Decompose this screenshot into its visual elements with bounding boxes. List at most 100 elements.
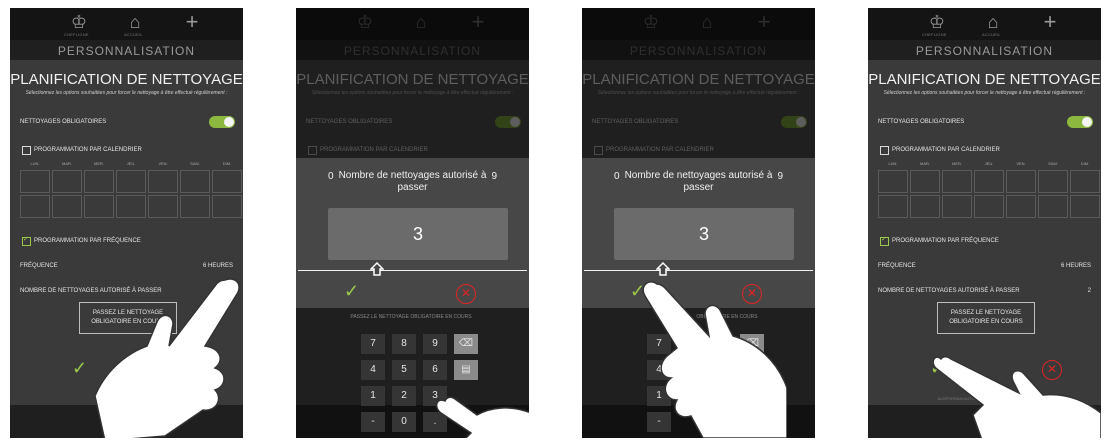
- key-8[interactable]: 8: [392, 334, 416, 354]
- day-cell[interactable]: [974, 170, 1004, 193]
- day-cell[interactable]: [942, 170, 972, 193]
- keyboard-hide-icon[interactable]: ▤: [454, 360, 478, 380]
- frequency-checkbox[interactable]: [880, 235, 889, 246]
- frequency-value[interactable]: 6 HEURES: [203, 263, 233, 269]
- day-cell[interactable]: [910, 195, 940, 218]
- day-cell[interactable]: [910, 170, 940, 193]
- pointing-hand-image: [95, 278, 240, 438]
- chef-hat-icon[interactable]: ♔: [68, 11, 90, 33]
- max-value: 9: [777, 171, 783, 182]
- day-cell[interactable]: [942, 195, 972, 218]
- slider-track[interactable]: [584, 270, 813, 271]
- calendar-checkbox[interactable]: [880, 146, 889, 155]
- popup-title: Nombre de nettoyages autorisé à passer: [338, 170, 487, 193]
- dialog-subtitle: Sélectionnez les options souhaitées pour…: [883, 90, 1086, 96]
- background-title: PERSONNALISATION: [57, 44, 196, 58]
- day-header: VEN.: [158, 161, 168, 166]
- day-header: LUN.: [30, 161, 40, 166]
- day-cell[interactable]: [212, 170, 242, 193]
- day-cell[interactable]: [878, 195, 908, 218]
- screen-4: ♔ CHEFLIGNE ⌂ ACCUEIL + PERSONNALISATION…: [868, 8, 1101, 438]
- frequency-label: FRÉQUENCE: [20, 263, 58, 269]
- key-9[interactable]: 9: [423, 334, 447, 354]
- value-text: 3: [412, 224, 423, 244]
- home-icon[interactable]: ⌂: [982, 11, 1004, 33]
- day-cell[interactable]: [20, 195, 50, 218]
- chef-label: CHEFLIGNE: [922, 32, 947, 37]
- screen-3: ♔ ⌂ + PERSONNALISATION PLANIFICATION DE …: [582, 8, 815, 438]
- top-bar: ♔ CHEFLIGNE ⌂ ACCUEIL +: [868, 8, 1101, 40]
- day-cell[interactable]: [974, 195, 1004, 218]
- day-cell[interactable]: [1038, 170, 1068, 193]
- cancel-icon[interactable]: ✕: [456, 284, 476, 304]
- mandatory-cleaning-label: NETTOYAGES OBLIGATOIRES: [20, 119, 107, 125]
- frequency-checkbox[interactable]: [22, 235, 31, 246]
- min-value: 0: [328, 171, 334, 182]
- pointing-hand-image: [933, 356, 1101, 438]
- number-input-popup: 0 Nombre de nettoyages autorisé à passer…: [296, 158, 529, 308]
- plus-icon[interactable]: +: [181, 11, 203, 33]
- toggle-knob: [224, 117, 234, 127]
- day-cell[interactable]: [180, 170, 210, 193]
- key-6[interactable]: 6: [423, 360, 447, 380]
- mandatory-cleaning-toggle[interactable]: [1067, 116, 1093, 128]
- day-cell[interactable]: [148, 170, 178, 193]
- key-2[interactable]: 2: [392, 386, 416, 406]
- mandatory-cleaning-toggle[interactable]: [209, 116, 235, 128]
- day-cell[interactable]: [84, 170, 114, 193]
- pass-cleaning-button[interactable]: PASSEZ LE NETTOYAGE OBLIGATOIRE EN COURS: [937, 302, 1035, 334]
- day-cell[interactable]: [52, 170, 82, 193]
- calendar-checkbox[interactable]: [22, 146, 31, 155]
- popup-title: Nombre de nettoyages autorisé à passer: [624, 170, 773, 193]
- day-cell[interactable]: [1070, 170, 1100, 193]
- confirm-check-icon[interactable]: ✓: [344, 281, 359, 302]
- slider-track[interactable]: [298, 270, 527, 271]
- allowed-skips-value[interactable]: 2: [1088, 288, 1091, 294]
- day-cell[interactable]: [52, 195, 82, 218]
- day-cell[interactable]: [1006, 170, 1036, 193]
- key-1[interactable]: 1: [361, 386, 385, 406]
- day-header: VEN.: [1016, 161, 1026, 166]
- min-value: 0: [614, 171, 620, 182]
- day-cell[interactable]: [878, 170, 908, 193]
- day-header: MER.: [952, 161, 962, 166]
- max-value: 9: [491, 171, 497, 182]
- day-header: DIM.: [1080, 161, 1090, 166]
- day-cell[interactable]: [180, 195, 210, 218]
- value-text: 3: [698, 224, 709, 244]
- key-5[interactable]: 5: [392, 360, 416, 380]
- day-cell[interactable]: [116, 195, 146, 218]
- key-7[interactable]: 7: [361, 334, 385, 354]
- backspace-icon[interactable]: ⌫: [454, 334, 478, 354]
- day-cell[interactable]: [212, 195, 242, 218]
- key-0[interactable]: 0: [392, 412, 416, 432]
- key-4[interactable]: 4: [361, 360, 385, 380]
- frequency-value[interactable]: 6 HEURES: [1061, 263, 1091, 269]
- value-input[interactable]: 3: [614, 208, 794, 260]
- frequency-prog-label: PROGRAMMATION PAR FRÉQUENCE: [892, 238, 999, 244]
- dialog-subtitle: Sélectionnez les options souhaitées pour…: [25, 90, 228, 96]
- dialog-title: PLANIFICATION DE NETTOYAGE: [868, 71, 1101, 88]
- pointing-hand-image: [435, 396, 529, 438]
- day-cell[interactable]: [1038, 195, 1068, 218]
- day-cell[interactable]: [1070, 195, 1100, 218]
- day-cell[interactable]: [84, 195, 114, 218]
- mandatory-cleaning-label: NETTOYAGES OBLIGATOIRES: [878, 119, 965, 125]
- confirm-check-icon[interactable]: ✓: [72, 358, 87, 379]
- day-header: SAM.: [1048, 161, 1058, 166]
- day-header: MER.: [94, 161, 104, 166]
- day-cell[interactable]: [1006, 195, 1036, 218]
- value-input[interactable]: 3: [328, 208, 508, 260]
- allowed-skips-label: NOMBRE DE NETTOYAGES AUTORISÉ À PASSER: [878, 288, 1020, 294]
- day-header: MAR.: [920, 161, 930, 166]
- day-cell[interactable]: [20, 170, 50, 193]
- plus-icon[interactable]: +: [1039, 11, 1061, 33]
- home-icon[interactable]: ⌂: [124, 11, 146, 33]
- day-cell[interactable]: [116, 170, 146, 193]
- day-cell[interactable]: [148, 195, 178, 218]
- chef-hat-icon[interactable]: ♔: [926, 11, 948, 33]
- dialog-title: PLANIFICATION DE NETTOYAGE: [10, 71, 243, 88]
- key-minus[interactable]: -: [361, 412, 385, 432]
- pointing-hand-image: [642, 281, 787, 438]
- frequency-label: FRÉQUENCE: [878, 263, 916, 269]
